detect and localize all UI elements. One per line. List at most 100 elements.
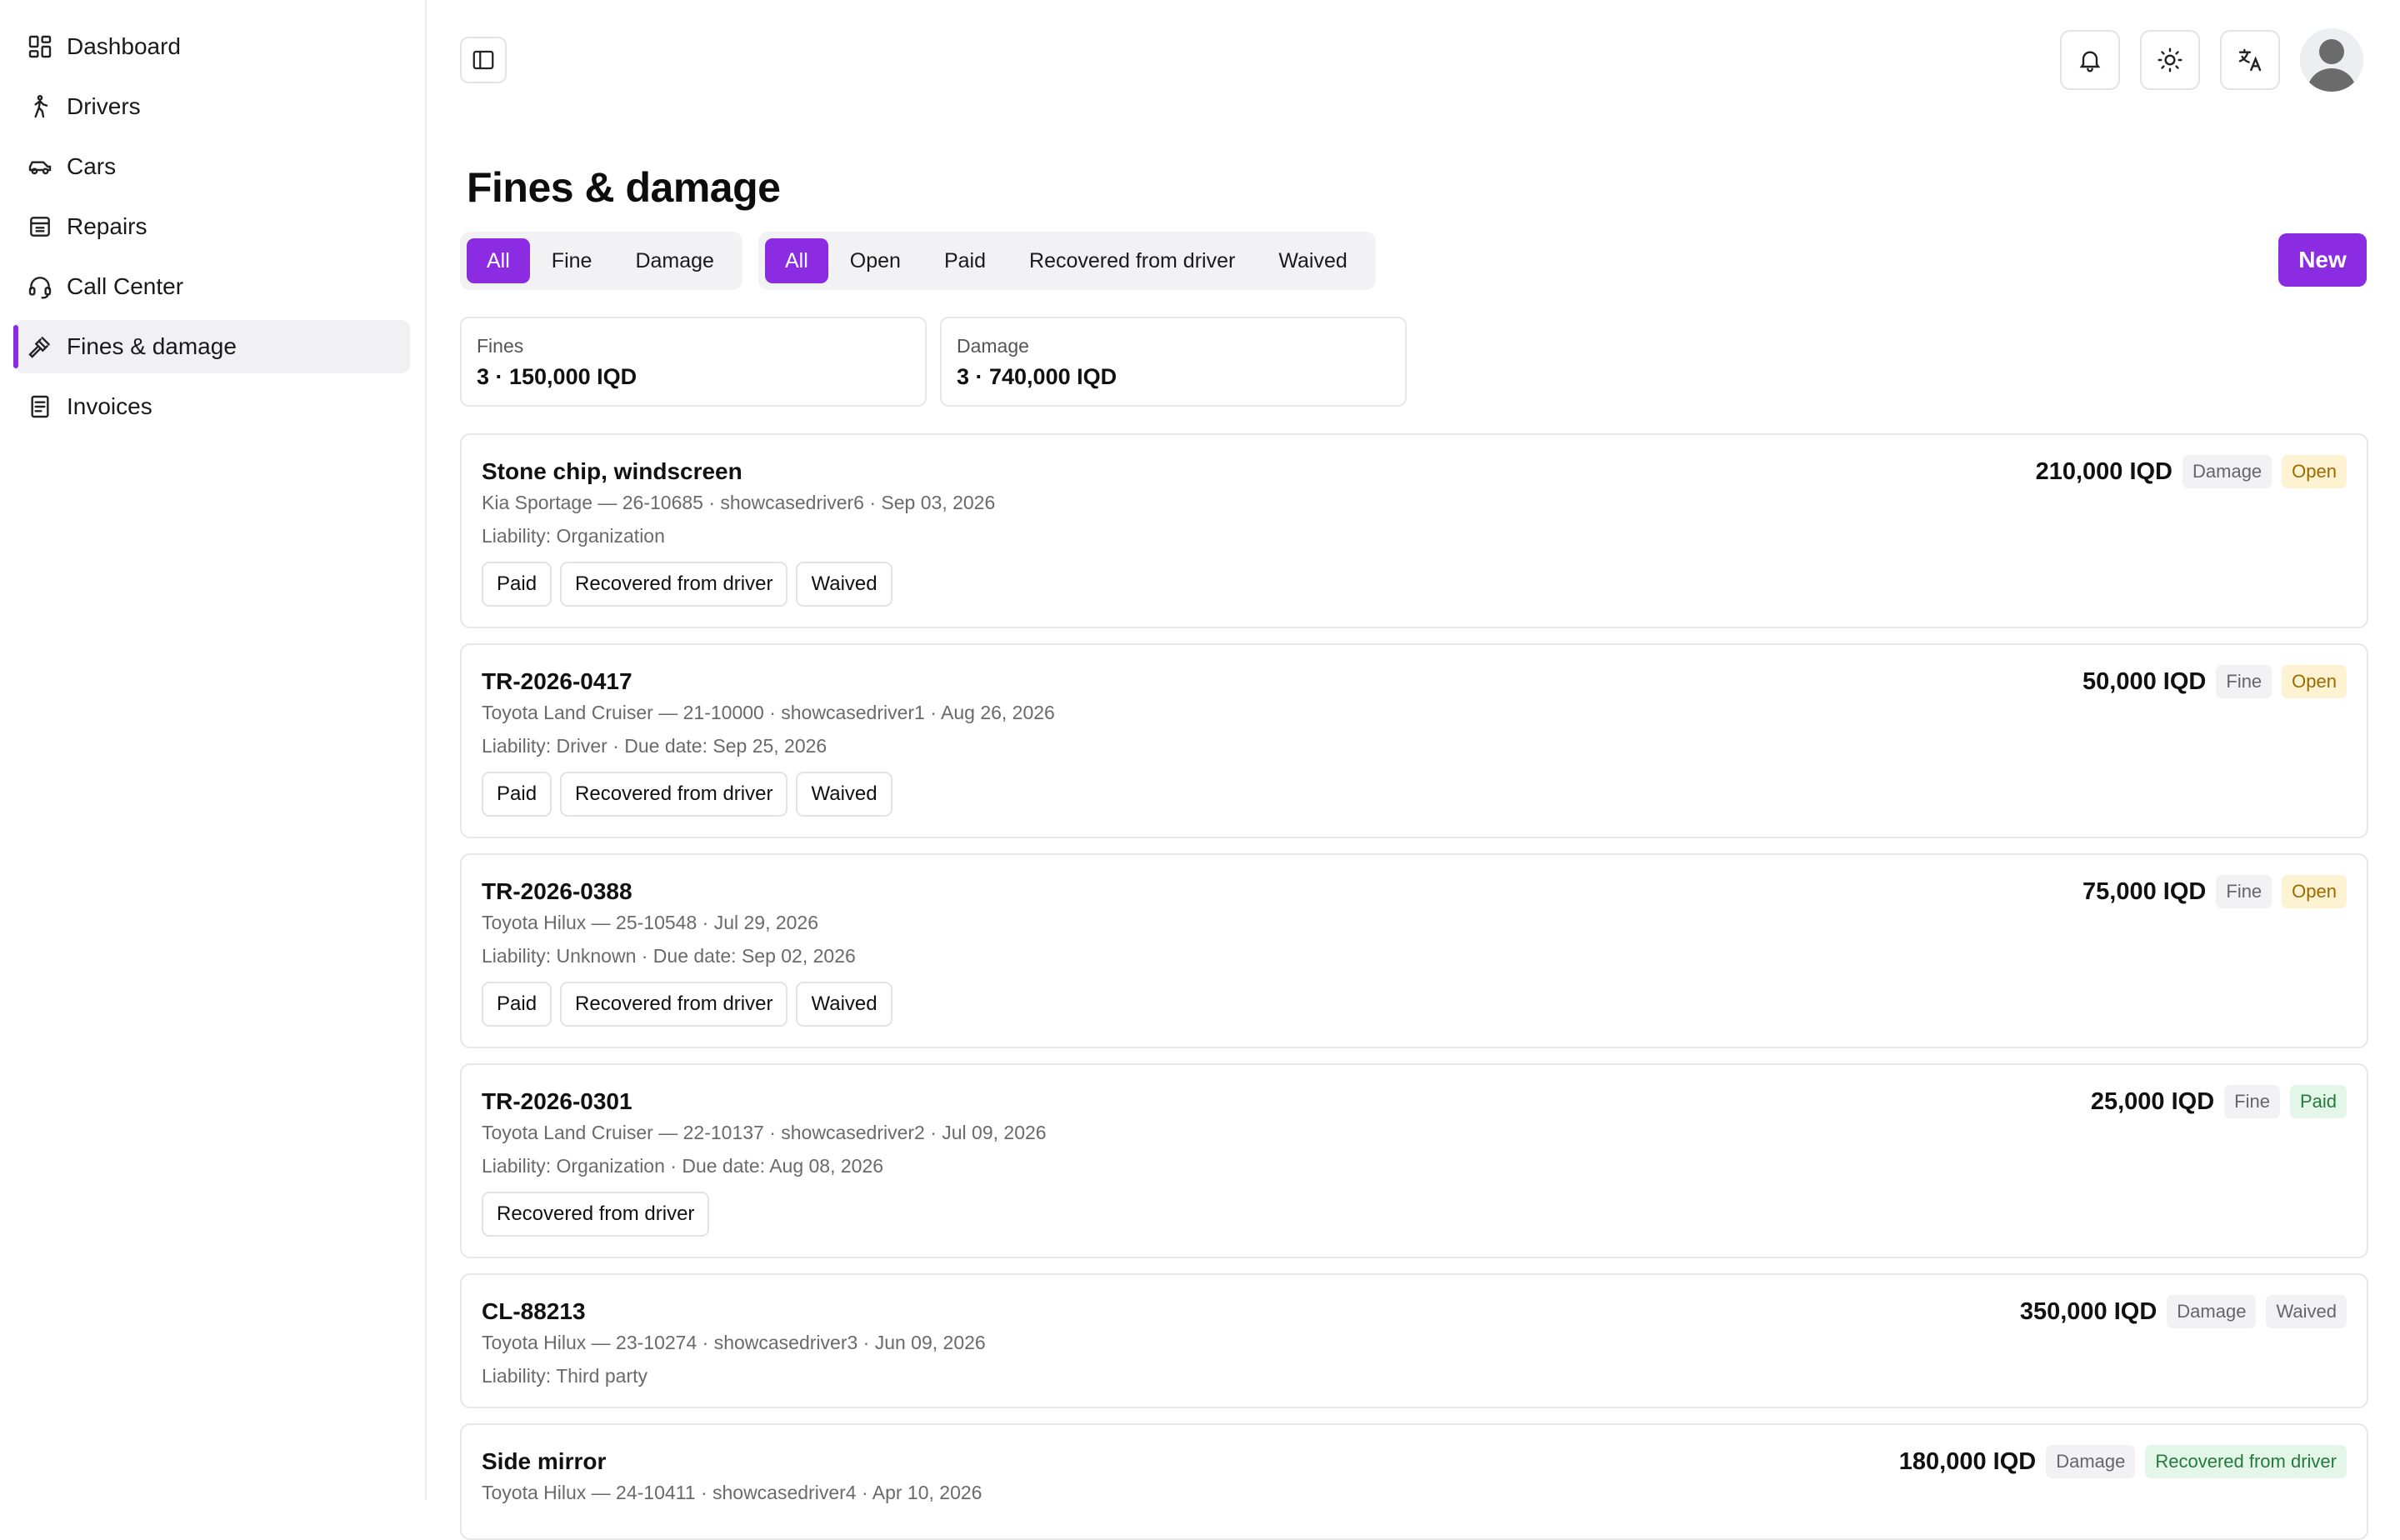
- record-summary: 75,000 IQD Fine Open: [2082, 875, 2347, 908]
- translate-icon: [2238, 48, 2262, 72]
- sidebar-item-label: Fines & damage: [67, 333, 237, 359]
- damage-summary-label: Damage: [957, 335, 1029, 357]
- status-filter-recovered[interactable]: Recovered from driver: [1008, 238, 1257, 283]
- sidebar-toggle-button[interactable]: [460, 37, 507, 83]
- record-meta: Toyota Hilux — 25-10548 · Jul 29, 2026: [482, 912, 819, 933]
- mark-paid-button[interactable]: Paid: [482, 562, 552, 607]
- type-badge: Damage: [2046, 1445, 2136, 1478]
- record-amount: 25,000 IQD: [2090, 1088, 2215, 1115]
- notifications-button[interactable]: [2060, 30, 2120, 90]
- language-button[interactable]: [2220, 30, 2280, 90]
- gavel-icon: [27, 333, 53, 360]
- type-badge: Fine: [2216, 665, 2272, 698]
- fines-summary-label: Fines: [477, 335, 524, 357]
- status-badge: Waived: [2266, 1295, 2347, 1328]
- theme-toggle-button[interactable]: [2140, 30, 2200, 90]
- record-card[interactable]: CL-88213 Toyota Hilux — 23-10274 · showc…: [460, 1273, 2368, 1408]
- mark-paid-button[interactable]: Paid: [482, 982, 552, 1027]
- sidebar-item-label: Dashboard: [67, 33, 181, 59]
- record-card[interactable]: Side mirror Toyota Hilux — 24-10411 · sh…: [460, 1423, 2368, 1540]
- record-liability: Liability: Organization · Due date: Aug …: [482, 1155, 884, 1177]
- mark-waived-button[interactable]: Waived: [796, 562, 892, 607]
- status-filter-waived[interactable]: Waived: [1257, 238, 1368, 283]
- record-title: Stone chip, windscreen: [482, 458, 742, 484]
- record-meta: Toyota Hilux — 24-10411 · showcasedriver…: [482, 1482, 982, 1503]
- record-title: CL-88213: [482, 1298, 586, 1324]
- top-bar: [428, 0, 2400, 108]
- sidebar-item-invoices[interactable]: Invoices: [15, 380, 410, 433]
- sidebar-item-label: Call Center: [67, 273, 184, 299]
- mark-paid-button[interactable]: Paid: [482, 772, 552, 817]
- type-filter-fine[interactable]: Fine: [530, 238, 614, 283]
- record-amount: 180,000 IQD: [1898, 1448, 2037, 1475]
- mark-recovered-button[interactable]: Recovered from driver: [560, 982, 788, 1027]
- mark-waived-button[interactable]: Waived: [796, 982, 892, 1027]
- record-summary: 210,000 IQD Damage Open: [2036, 455, 2347, 488]
- record-summary: 180,000 IQD Damage Recovered from driver: [1899, 1445, 2347, 1478]
- invoice-icon: [27, 393, 53, 420]
- sidebar-item-label: Invoices: [67, 393, 152, 419]
- status-filter: All Open Paid Recovered from driver Waiv…: [758, 232, 1376, 290]
- sidebar-item-drivers[interactable]: Drivers: [15, 80, 410, 133]
- record-title: TR-2026-0417: [482, 668, 632, 694]
- record-meta: Toyota Land Cruiser — 21-10000 · showcas…: [482, 702, 1055, 723]
- sun-icon: [2158, 48, 2182, 72]
- record-liability: Liability: Third party: [482, 1365, 648, 1387]
- avatar[interactable]: [2300, 28, 2363, 92]
- status-filter-all[interactable]: All: [765, 238, 828, 283]
- page-title: Fines & damage: [467, 164, 781, 211]
- status-badge: Open: [2282, 875, 2347, 908]
- record-actions: Paid Recovered from driver Waived: [482, 562, 892, 607]
- record-liability: Liability: Unknown · Due date: Sep 02, 2…: [482, 945, 856, 967]
- sidebar-item-repairs[interactable]: Repairs: [15, 200, 410, 253]
- status-badge: Open: [2282, 665, 2347, 698]
- status-filter-paid[interactable]: Paid: [922, 238, 1008, 283]
- record-card[interactable]: Stone chip, windscreen Kia Sportage — 26…: [460, 433, 2368, 628]
- type-filter: All Fine Damage: [460, 232, 742, 290]
- record-amount: 350,000 IQD: [2019, 1298, 2158, 1325]
- new-button[interactable]: New: [2278, 233, 2367, 287]
- record-amount: 50,000 IQD: [2082, 668, 2207, 695]
- status-filter-open[interactable]: Open: [828, 238, 922, 283]
- status-badge: Open: [2282, 455, 2347, 488]
- sidebar-item-label: Drivers: [67, 93, 141, 119]
- fines-summary: Fines 3 · 150,000 IQD: [460, 317, 927, 407]
- type-badge: Fine: [2224, 1085, 2280, 1118]
- mark-waived-button[interactable]: Waived: [796, 772, 892, 817]
- type-badge: Damage: [2182, 455, 2272, 488]
- type-filter-all[interactable]: All: [467, 238, 530, 283]
- record-liability: Liability: Driver · Due date: Sep 25, 20…: [482, 735, 828, 757]
- record-liability: Liability: Organization: [482, 525, 665, 547]
- record-amount: 210,000 IQD: [2035, 458, 2173, 485]
- record-summary: 25,000 IQD Fine Paid: [2091, 1085, 2347, 1118]
- damage-summary: Damage 3 · 740,000 IQD: [940, 317, 1407, 407]
- record-title: TR-2026-0301: [482, 1088, 632, 1114]
- record-actions: Recovered from driver: [482, 1192, 710, 1237]
- sidebar-item-cars[interactable]: Cars: [15, 140, 410, 193]
- type-filter-damage[interactable]: Damage: [613, 238, 736, 283]
- repairs-icon: [27, 213, 53, 240]
- type-badge: Fine: [2216, 875, 2272, 908]
- record-card[interactable]: TR-2026-0388 Toyota Hilux — 25-10548 · J…: [460, 853, 2368, 1048]
- record-title: TR-2026-0388: [482, 878, 632, 904]
- record-summary: 50,000 IQD Fine Open: [2082, 665, 2347, 698]
- mark-recovered-button[interactable]: Recovered from driver: [560, 562, 788, 607]
- fines-summary-value: 3 · 150,000 IQD: [477, 364, 638, 389]
- sidebar-item-dashboard[interactable]: Dashboard: [15, 20, 410, 73]
- mark-recovered-button[interactable]: Recovered from driver: [482, 1192, 710, 1237]
- mark-recovered-button[interactable]: Recovered from driver: [560, 772, 788, 817]
- sidebar-item-label: Repairs: [67, 213, 148, 239]
- record-meta: Toyota Land Cruiser — 22-10137 · showcas…: [482, 1122, 1047, 1143]
- sidebar-toggle-icon: [472, 50, 494, 70]
- record-card[interactable]: TR-2026-0301 Toyota Land Cruiser — 22-10…: [460, 1063, 2368, 1258]
- headset-icon: [27, 273, 53, 300]
- car-icon: [27, 153, 53, 180]
- record-actions: Paid Recovered from driver Waived: [482, 982, 892, 1027]
- bell-icon: [2079, 51, 2101, 72]
- sidebar-item-call-center[interactable]: Call Center: [15, 260, 410, 313]
- record-card[interactable]: TR-2026-0417 Toyota Land Cruiser — 21-10…: [460, 643, 2368, 838]
- sidebar-item-label: Cars: [67, 153, 117, 179]
- record-actions: Paid Recovered from driver Waived: [482, 772, 892, 817]
- record-meta: Kia Sportage — 26-10685 · showcasedriver…: [482, 492, 996, 513]
- sidebar-item-fines-damage[interactable]: Fines & damage: [13, 320, 410, 373]
